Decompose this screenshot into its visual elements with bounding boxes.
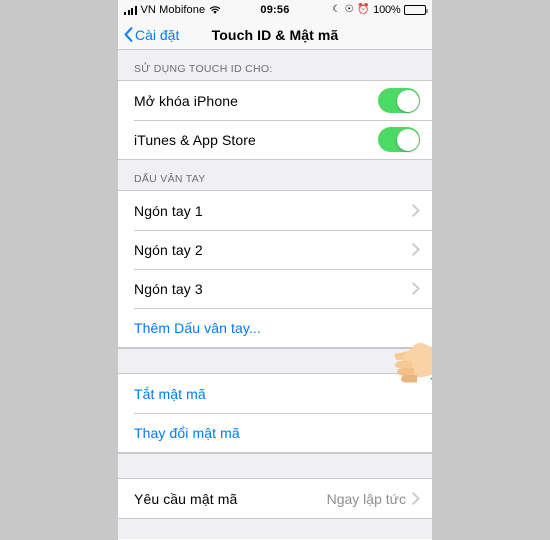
row-value: Ngay lập tức <box>326 490 406 507</box>
back-button-label: Cài đặt <box>135 26 180 43</box>
row-finger-2[interactable]: Ngón tay 2 <box>118 230 432 269</box>
group-require-passcode: Yêu cầu mật mã Ngay lập tức <box>118 479 432 519</box>
section-gap-1 <box>118 348 432 374</box>
row-label: Ngón tay 2 <box>134 241 203 258</box>
row-add-fingerprint[interactable]: Thêm Dấu vân tay... <box>118 308 432 347</box>
moon-icon: ☾ <box>332 4 342 15</box>
phone-screen: VN Mobifone 09:56 ☾ ☉ ⏰ 100% Cài đặt Tou… <box>118 0 432 540</box>
status-bar-left: VN Mobifone <box>124 4 221 16</box>
row-unlock-iphone[interactable]: Mở khóa iPhone <box>118 81 432 120</box>
row-label: iTunes & App Store <box>134 131 256 148</box>
toggle-itunes-app-store[interactable] <box>378 127 420 152</box>
carrier-label: VN Mobifone <box>140 4 206 16</box>
row-change-passcode[interactable]: Thay đổi mật mã <box>118 413 432 452</box>
row-finger-1[interactable]: Ngón tay 1 <box>118 191 432 230</box>
row-accessory <box>412 243 420 256</box>
chevron-right-icon <box>412 492 420 505</box>
row-label: Yêu cầu mật mã <box>134 490 238 507</box>
battery-percent-label: 100% <box>373 4 401 16</box>
signal-bars-icon <box>124 5 137 15</box>
row-label: Tắt mật mã <box>134 385 206 402</box>
group-fingerprints: Ngón tay 1 Ngón tay 2 Ngón tay 3 Thêm Dấ… <box>118 190 432 348</box>
row-label: Thêm Dấu vân tay... <box>134 319 261 336</box>
group-passcode-actions: Tắt mật mã Thay đổi mật mã <box>118 374 432 453</box>
row-turn-off-passcode[interactable]: Tắt mật mã <box>118 374 432 413</box>
rotation-lock-icon: ☉ <box>344 4 354 15</box>
row-label: Thay đổi mật mã <box>134 424 240 441</box>
row-finger-3[interactable]: Ngón tay 3 <box>118 269 432 308</box>
row-accessory <box>412 204 420 217</box>
wifi-icon <box>209 5 221 15</box>
status-bar-right: ☾ ☉ ⏰ 100% <box>332 4 428 16</box>
row-label: Ngón tay 1 <box>134 202 203 219</box>
settings-list: SỬ DỤNG TOUCH ID CHO: Mở khóa iPhone iTu… <box>118 50 432 539</box>
chevron-right-icon <box>412 243 420 256</box>
section-gap-2 <box>118 453 432 479</box>
battery-full-icon <box>404 5 428 15</box>
group-touch-id-usage: Mở khóa iPhone iTunes & App Store <box>118 80 432 160</box>
row-accessory <box>412 282 420 295</box>
row-label: Ngón tay 3 <box>134 280 203 297</box>
row-accessory <box>378 88 420 113</box>
section-header-fingerprints: DẤU VÂN TAY <box>118 160 432 190</box>
chevron-right-icon <box>412 282 420 295</box>
chevron-right-icon <box>412 204 420 217</box>
section-header-touch-id-usage: SỬ DỤNG TOUCH ID CHO: <box>118 50 432 80</box>
row-itunes-app-store[interactable]: iTunes & App Store <box>118 120 432 159</box>
back-button[interactable]: Cài đặt <box>118 27 179 43</box>
row-label: Mở khóa iPhone <box>134 92 238 109</box>
row-require-passcode[interactable]: Yêu cầu mật mã Ngay lập tức <box>118 479 432 518</box>
row-accessory: Ngay lập tức <box>327 491 420 507</box>
alarm-clock-icon: ⏰ <box>357 4 370 15</box>
navigation-bar: Cài đặt Touch ID & Mật mã <box>118 20 432 50</box>
row-accessory <box>378 127 420 152</box>
status-bar: VN Mobifone 09:56 ☾ ☉ ⏰ 100% <box>118 0 432 20</box>
toggle-unlock-iphone[interactable] <box>378 88 420 113</box>
chevron-left-icon <box>124 27 133 42</box>
